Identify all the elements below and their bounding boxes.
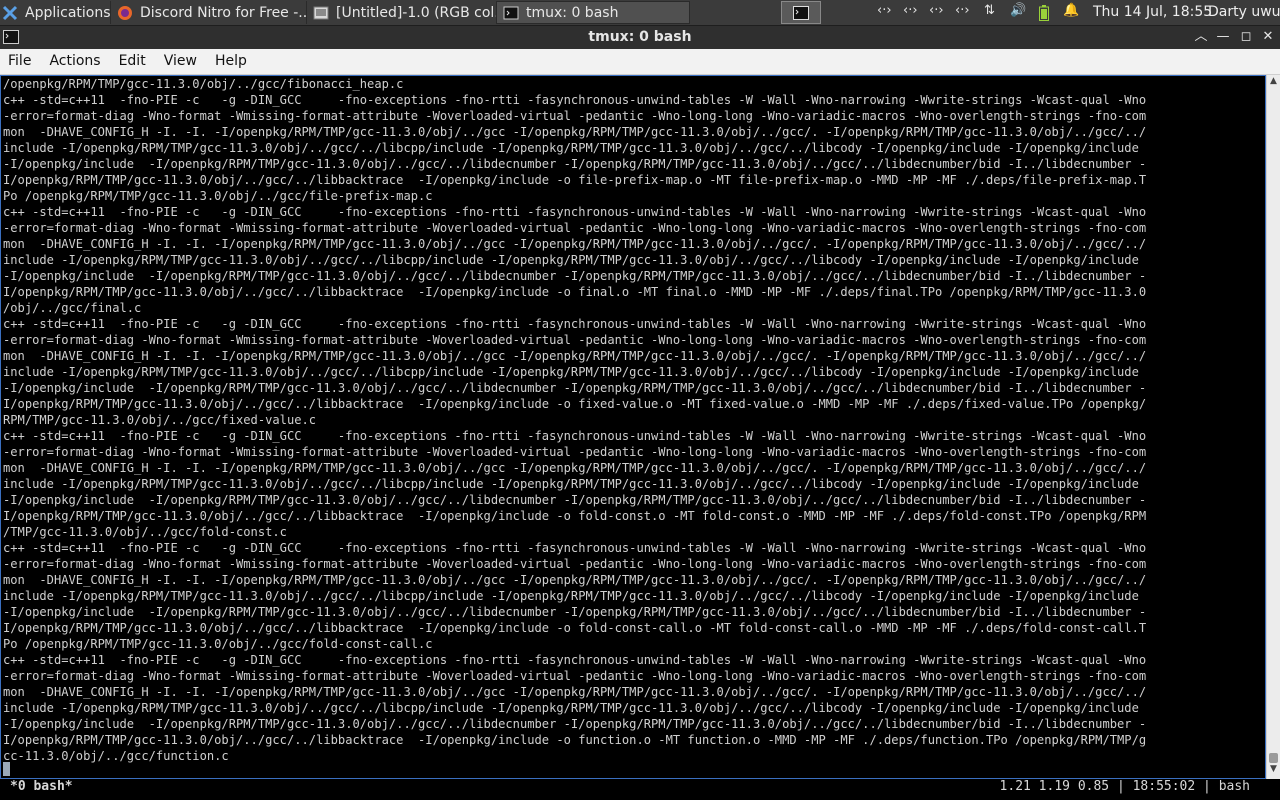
- taskbar-item-gimp[interactable]: [Untitled]-1.0 (RGB col...: [306, 1, 496, 24]
- maximize-icon[interactable]: ◻: [1237, 28, 1255, 46]
- terminal-line: -error=format-diag -Wno-format -Wmissing…: [3, 669, 1147, 683]
- terminal-line: I/openpkg/RPM/TMP/gcc-11.3.0/obj/../gcc/…: [3, 621, 1147, 635]
- terminal-line: /TMP/gcc-11.3.0/obj/../gcc/fold-const.c: [3, 525, 287, 539]
- user-menu[interactable]: Darty uwu: [1208, 4, 1280, 20]
- shade-icon[interactable]: ︿: [1192, 28, 1210, 46]
- terminal-line: c++ -std=c++11 -fno-PIE -c -g -DIN_GCC -…: [3, 653, 1147, 667]
- firefox-icon: [118, 5, 132, 20]
- gimp-icon: [313, 6, 329, 19]
- bell-icon[interactable]: 🔔: [1063, 3, 1079, 18]
- window-titlebar[interactable]: tmux: 0 bash ︿ — ◻ ✕: [0, 26, 1280, 49]
- terminal-line: -error=format-diag -Wno-format -Wmissing…: [3, 221, 1147, 235]
- terminal-line: include -I/openpkg/RPM/TMP/gcc-11.3.0/ob…: [3, 477, 1139, 491]
- terminal-line: c++ -std=c++11 -fno-PIE -c -g -DIN_GCC -…: [3, 317, 1147, 331]
- tmux-window-indicator[interactable]: *0 bash*: [10, 779, 73, 794]
- network-icon[interactable]: ‹·›: [955, 3, 970, 18]
- terminal-line: -error=format-diag -Wno-format -Wmissing…: [3, 109, 1147, 123]
- menu-edit[interactable]: Edit: [110, 49, 155, 74]
- terminal-line: I/openpkg/RPM/TMP/gcc-11.3.0/obj/../gcc/…: [3, 285, 1147, 299]
- close-icon[interactable]: ✕: [1259, 28, 1277, 46]
- terminal-line: cc-11.3.0/obj/../gcc/function.c: [3, 749, 229, 763]
- terminal-line: c++ -std=c++11 -fno-PIE -c -g -DIN_GCC -…: [3, 205, 1147, 219]
- vertical-scrollbar[interactable]: ▲ ▼: [1266, 75, 1280, 779]
- terminal-line: -I/openpkg/include -I/openpkg/RPM/TMP/gc…: [3, 717, 1147, 731]
- taskbar-item-label: [Untitled]-1.0 (RGB col...: [336, 4, 496, 21]
- terminal-line: include -I/openpkg/RPM/TMP/gcc-11.3.0/ob…: [3, 253, 1139, 267]
- workspace-pager[interactable]: [781, 1, 821, 24]
- terminal-line: I/openpkg/RPM/TMP/gcc-11.3.0/obj/../gcc/…: [3, 173, 1147, 187]
- terminal-line: -error=format-diag -Wno-format -Wmissing…: [3, 445, 1147, 459]
- network-icon[interactable]: ‹·›: [903, 3, 918, 18]
- transfer-icon[interactable]: ⇅: [984, 3, 995, 18]
- terminal-icon: [793, 5, 809, 20]
- applications-menu-button[interactable]: Applications ☰: [0, 1, 110, 24]
- terminal-line: /openpkg/RPM/TMP/gcc-11.3.0/obj/../gcc/f…: [3, 77, 404, 91]
- taskbar-item-label: Discord Nitro for Free -...: [140, 4, 306, 21]
- top-panel: Applications ☰ Discord Nitro for Free -.…: [0, 0, 1280, 26]
- tmux-status-right: 1.21 1.19 0.85 | 18:55:02 | bash: [999, 779, 1250, 794]
- xfce-logo-icon: [2, 5, 18, 20]
- minimize-icon[interactable]: —: [1214, 28, 1232, 46]
- terminal-line: I/openpkg/RPM/TMP/gcc-11.3.0/obj/../gcc/…: [3, 509, 1147, 523]
- terminal-line: I/openpkg/RPM/TMP/gcc-11.3.0/obj/../gcc/…: [3, 733, 1147, 747]
- terminal-line: -I/openpkg/include -I/openpkg/RPM/TMP/gc…: [3, 493, 1147, 507]
- menu-file[interactable]: File: [0, 49, 40, 74]
- terminal-line: I/openpkg/RPM/TMP/gcc-11.3.0/obj/../gcc/…: [3, 397, 1147, 411]
- tmux-status-bar: *0 bash* 1.21 1.19 0.85 | 18:55:02 | bas…: [0, 779, 1280, 797]
- menubar: File Actions Edit View Help: [0, 49, 1280, 75]
- terminal-line: -I/openpkg/include -I/openpkg/RPM/TMP/gc…: [3, 381, 1147, 395]
- terminal-line: c++ -std=c++11 -fno-PIE -c -g -DIN_GCC -…: [3, 429, 1147, 443]
- terminal-output[interactable]: /openpkg/RPM/TMP/gcc-11.3.0/obj/../gcc/f…: [3, 76, 1263, 764]
- taskbar-item-firefox[interactable]: Discord Nitro for Free -...: [110, 1, 306, 24]
- battery-icon[interactable]: [1039, 5, 1049, 21]
- terminal-line: -I/openpkg/include -I/openpkg/RPM/TMP/gc…: [3, 269, 1147, 283]
- terminal-line: mon -DHAVE_CONFIG_H -I. -I. -I/openpkg/R…: [3, 685, 1147, 699]
- taskbar-item-terminal[interactable]: tmux: 0 bash: [496, 1, 690, 24]
- terminal-line: include -I/openpkg/RPM/TMP/gcc-11.3.0/ob…: [3, 365, 1139, 379]
- terminal-line: mon -DHAVE_CONFIG_H -I. -I. -I/openpkg/R…: [3, 573, 1147, 587]
- terminal-line: mon -DHAVE_CONFIG_H -I. -I. -I/openpkg/R…: [3, 237, 1147, 251]
- terminal-line: c++ -std=c++11 -fno-PIE -c -g -DIN_GCC -…: [3, 541, 1147, 555]
- taskbar-item-label: tmux: 0 bash: [526, 4, 619, 21]
- menu-actions[interactable]: Actions: [40, 49, 109, 74]
- text-cursor: [3, 762, 10, 776]
- terminal-line: include -I/openpkg/RPM/TMP/gcc-11.3.0/ob…: [3, 589, 1139, 603]
- terminal-line: mon -DHAVE_CONFIG_H -I. -I. -I/openpkg/R…: [3, 461, 1147, 475]
- terminal-icon: [503, 6, 519, 19]
- terminal-line: -I/openpkg/include -I/openpkg/RPM/TMP/gc…: [3, 157, 1147, 171]
- window-title: tmux: 0 bash: [588, 29, 692, 45]
- terminal-area[interactable]: /openpkg/RPM/TMP/gcc-11.3.0/obj/../gcc/f…: [0, 75, 1280, 800]
- terminal-line: -I/openpkg/include -I/openpkg/RPM/TMP/gc…: [3, 605, 1147, 619]
- scroll-up-icon[interactable]: ▲: [1267, 76, 1280, 90]
- terminal-line: /obj/../gcc/final.c: [3, 301, 142, 315]
- terminal-line: -error=format-diag -Wno-format -Wmissing…: [3, 557, 1147, 571]
- network-icon[interactable]: ‹·›: [929, 3, 944, 18]
- terminal-line: Po /openpkg/RPM/TMP/gcc-11.3.0/obj/../gc…: [3, 189, 433, 203]
- terminal-line: include -I/openpkg/RPM/TMP/gcc-11.3.0/ob…: [3, 701, 1139, 715]
- terminal-line: RPM/TMP/gcc-11.3.0/obj/../gcc/fixed-valu…: [3, 413, 317, 427]
- terminal-line: c++ -std=c++11 -fno-PIE -c -g -DIN_GCC -…: [3, 93, 1147, 107]
- scrollbar-thumb[interactable]: [1269, 753, 1278, 763]
- applications-label: Applications: [25, 4, 110, 21]
- clock[interactable]: Thu 14 Jul, 18:55: [1093, 4, 1212, 20]
- network-icon[interactable]: ‹·›: [877, 3, 892, 18]
- terminal-line: Po /openpkg/RPM/TMP/gcc-11.3.0/obj/../gc…: [3, 637, 433, 651]
- volume-icon[interactable]: 🔊: [1010, 3, 1026, 18]
- terminal-line: -error=format-diag -Wno-format -Wmissing…: [3, 333, 1147, 347]
- terminal-line: mon -DHAVE_CONFIG_H -I. -I. -I/openpkg/R…: [3, 349, 1147, 363]
- terminal-line: include -I/openpkg/RPM/TMP/gcc-11.3.0/ob…: [3, 141, 1139, 155]
- menu-view[interactable]: View: [155, 49, 206, 74]
- menu-help[interactable]: Help: [206, 49, 256, 74]
- scroll-down-icon[interactable]: ▼: [1267, 764, 1280, 778]
- terminal-line: mon -DHAVE_CONFIG_H -I. -I. -I/openpkg/R…: [3, 125, 1147, 139]
